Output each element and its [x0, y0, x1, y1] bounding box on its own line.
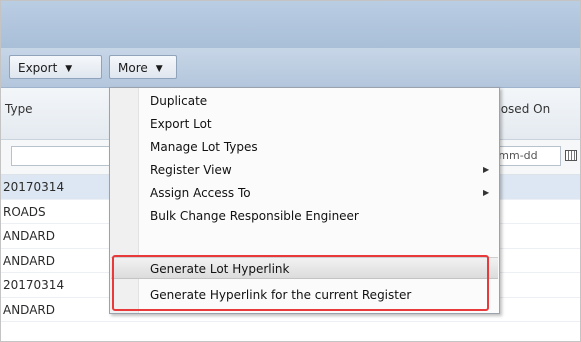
row-type-cell: ANDARD — [3, 253, 56, 268]
type-filter-input[interactable] — [11, 146, 111, 166]
menu-item-label: Assign Access To — [150, 186, 251, 200]
export-button-label: Export — [18, 61, 58, 75]
menu-item-label: Export Lot — [150, 117, 212, 131]
menu-item-register-view[interactable]: Register View ▶ — [111, 159, 498, 181]
chevron-right-icon: ▶ — [483, 165, 490, 174]
more-button-label: More — [118, 61, 148, 75]
menu-item-assign-access-to[interactable]: Assign Access To ▶ — [111, 182, 498, 204]
annotation-highlight-box — [112, 255, 489, 311]
export-button[interactable]: Export ▼ — [9, 55, 102, 79]
chevron-down-icon: ▼ — [155, 64, 163, 74]
column-header-type[interactable]: Type — [5, 102, 33, 116]
menu-item-label: Register View — [150, 163, 232, 177]
row-type-cell: ANDARD — [3, 229, 56, 243]
calendar-icon[interactable] — [565, 150, 577, 161]
more-button[interactable]: More ▼ — [109, 55, 177, 79]
row-type-cell: 20170314 — [3, 278, 65, 292]
toolbar: Export ▼ More ▼ — [1, 48, 580, 88]
title-bar — [1, 1, 580, 48]
chevron-down-icon: ▼ — [65, 64, 73, 74]
menu-item-bulk-change-responsible-engineer[interactable]: Bulk Change Responsible Engineer — [111, 205, 498, 227]
menu-item-label: Bulk Change Responsible Engineer — [150, 209, 359, 223]
menu-item-label: Duplicate — [150, 94, 208, 108]
menu-item-label: Manage Lot Types — [150, 140, 258, 154]
menu-item-manage-lot-types[interactable]: Manage Lot Types — [111, 136, 498, 158]
menu-item-export-lot[interactable]: Export Lot — [111, 113, 498, 135]
chevron-right-icon: ▶ — [483, 188, 490, 197]
row-type-cell: 20170314 — [3, 180, 65, 194]
menu-item-duplicate[interactable]: Duplicate — [111, 90, 498, 112]
row-type-cell: ROADS — [3, 204, 46, 219]
row-type-cell: ANDARD — [3, 302, 56, 317]
